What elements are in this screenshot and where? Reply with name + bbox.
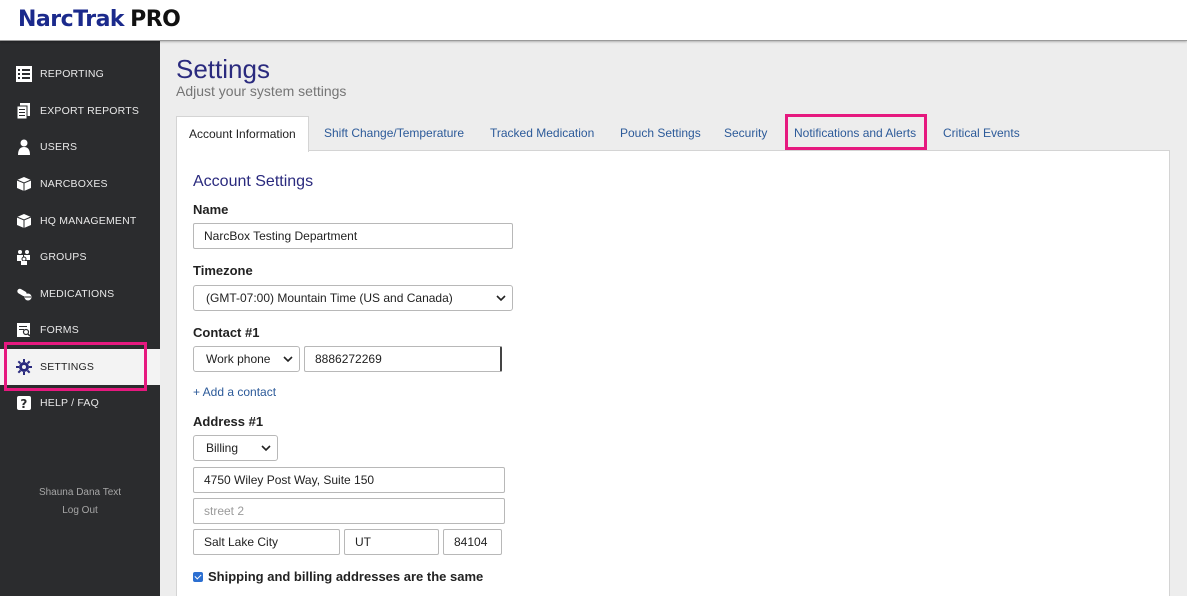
sidebar-item-groups[interactable]: GROUPS — [0, 239, 160, 275]
top-header: NarcTrak PRO — [0, 0, 1187, 41]
tab-account-information[interactable]: Account Information — [176, 116, 309, 152]
name-input[interactable]: NarcBox Testing Department — [193, 223, 513, 249]
same-address-checkbox[interactable] — [193, 571, 203, 582]
tab-shift-change-temperature[interactable]: Shift Change/Temperature — [312, 116, 476, 151]
sidebar-item-export-reports[interactable]: EXPORT REPORTS — [0, 93, 160, 129]
tab-critical-events[interactable]: Critical Events — [931, 116, 1032, 151]
contact-value-input[interactable]: 8886272269 — [304, 346, 502, 372]
sidebar-item-forms[interactable]: FORMS — [0, 312, 160, 348]
gear-icon — [16, 359, 32, 375]
sidebar-item-hq-management[interactable]: HQ MANAGEMENT — [0, 203, 160, 239]
same-address-row[interactable]: Shipping and billing addresses are the s… — [193, 569, 483, 584]
pill-icon — [16, 286, 32, 302]
address-type-select[interactable]: Billing — [193, 435, 278, 461]
tab-notifications-and-alerts[interactable]: Notifications and Alerts — [782, 116, 928, 151]
help-icon: ? — [16, 395, 32, 411]
user-icon — [16, 139, 32, 155]
logout-link[interactable]: Log Out — [0, 502, 160, 520]
box-icon — [16, 176, 32, 192]
svg-text:?: ? — [20, 397, 27, 411]
sidebar-item-settings[interactable]: SETTINGS — [0, 349, 160, 385]
contact-label: Contact #1 — [193, 325, 260, 340]
chevron-down-icon — [496, 295, 506, 302]
page-subtitle: Adjust your system settings — [176, 83, 347, 99]
chevron-down-icon — [261, 445, 271, 452]
sidebar-item-narcboxes[interactable]: NARCBOXES — [0, 166, 160, 202]
contact-type-select[interactable]: Work phone — [193, 346, 300, 372]
sidebar-item-reporting[interactable]: REPORTING — [0, 56, 160, 92]
city-input[interactable]: Salt Lake City — [193, 529, 340, 555]
sidebar-item-help-faq[interactable]: ? HELP / FAQ — [0, 385, 160, 421]
name-label: Name — [193, 202, 229, 217]
list-icon — [16, 66, 32, 82]
street1-input[interactable]: 4750 Wiley Post Way, Suite 150 — [193, 467, 505, 493]
tab-security[interactable]: Security — [712, 116, 779, 151]
tab-tracked-medication[interactable]: Tracked Medication — [478, 116, 606, 151]
sidebar-item-users[interactable]: USERS — [0, 129, 160, 165]
sidebar-item-medications[interactable]: MEDICATIONS — [0, 276, 160, 312]
app-logo[interactable]: NarcTrak PRO — [18, 7, 181, 32]
address-label: Address #1 — [193, 414, 264, 429]
tab-pouch-settings[interactable]: Pouch Settings — [608, 116, 713, 151]
user-name: Shauna Dana Text — [38, 487, 122, 498]
sidebar: REPORTING EXPORT REPORTS USERS NARCBOXES… — [0, 41, 160, 596]
export-icon — [16, 103, 32, 119]
state-input[interactable]: UT — [344, 529, 439, 555]
box-icon — [16, 213, 32, 229]
same-address-label: Shipping and billing addresses are the s… — [208, 569, 484, 584]
street2-input[interactable]: street 2 — [193, 498, 505, 524]
timezone-select[interactable]: (GMT-07:00) Mountain Time (US and Canada… — [193, 285, 513, 311]
page-title: Settings — [176, 54, 270, 84]
zip-input[interactable]: 84104 — [443, 529, 502, 555]
chevron-down-icon — [283, 356, 293, 363]
add-contact-link[interactable]: + Add a contact — [193, 385, 276, 399]
user-info: Shauna Dana Text Log Out — [0, 484, 160, 520]
form-icon — [16, 322, 32, 338]
group-icon — [16, 249, 32, 265]
section-title: Account Settings — [193, 173, 314, 190]
timezone-label: Timezone — [193, 263, 253, 278]
